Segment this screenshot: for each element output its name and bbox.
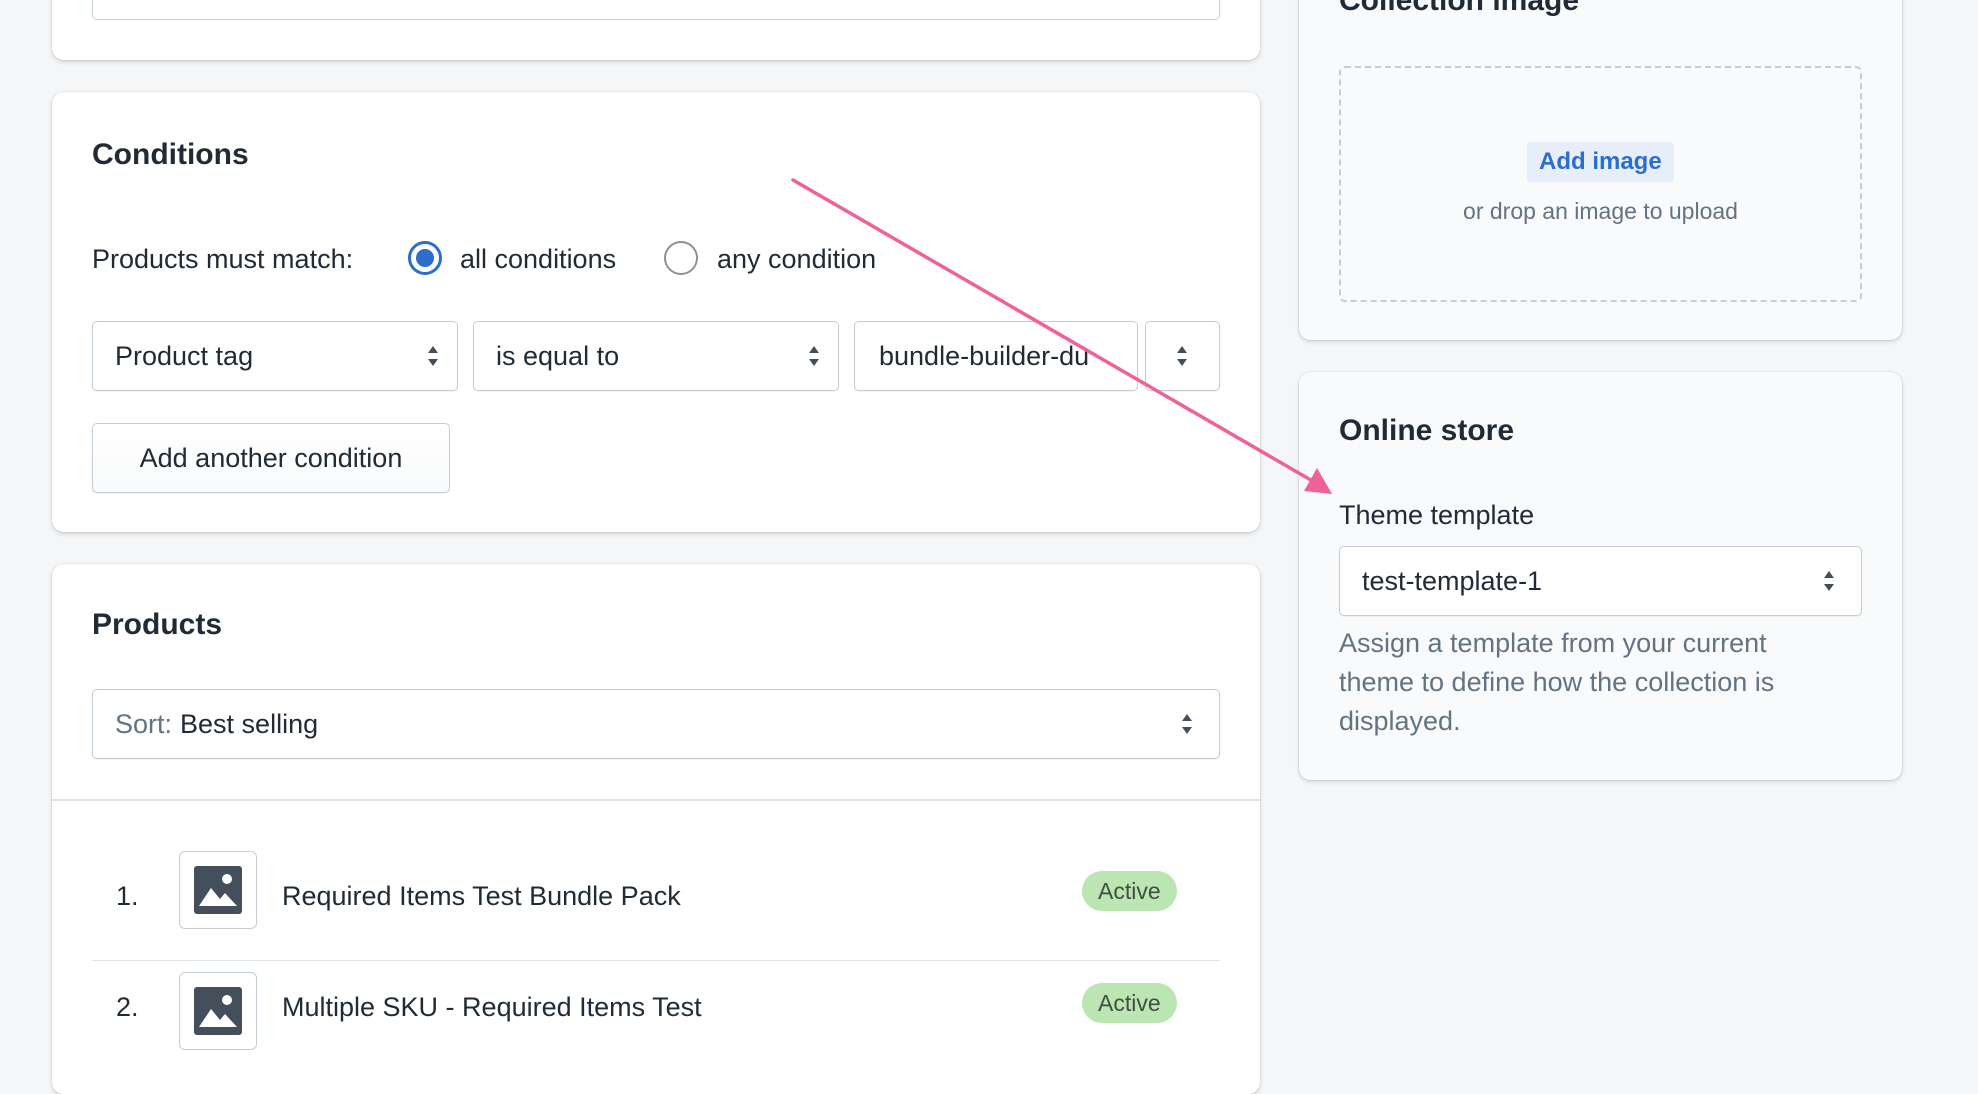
condition-operator-value: is equal to (496, 340, 620, 371)
online-store-title: Online store (1339, 414, 1515, 447)
sort-prefix: Sort: (115, 708, 173, 739)
condition-value-dropdown[interactable] (1145, 321, 1220, 391)
product-row[interactable]: 1. Required Items Test Bundle Pack Activ… (92, 851, 1220, 961)
collection-image-title: Collection image (1339, 0, 1580, 17)
dropzone-hint: or drop an image to upload (1463, 198, 1738, 224)
radio-any-condition[interactable]: any condition (662, 240, 902, 280)
radio-all-conditions[interactable]: all conditions (406, 240, 646, 280)
condition-field-value: Product tag (115, 340, 254, 371)
condition-operator-select[interactable]: is equal to (473, 321, 839, 391)
conditions-title: Conditions (92, 138, 249, 171)
top-card (52, 0, 1260, 60)
status-badge: Active (1082, 871, 1177, 911)
select-caret-icon (1182, 714, 1192, 734)
radio-any-indicator[interactable] (664, 241, 698, 275)
radio-all-label: all conditions (460, 244, 617, 274)
radio-any-label: any condition (717, 244, 877, 274)
select-caret-icon (1824, 571, 1834, 591)
radio-all-indicator[interactable] (408, 241, 442, 275)
conditions-card: Conditions Products must match: all cond… (52, 92, 1260, 532)
add-another-condition-button[interactable]: Add another condition (92, 423, 450, 493)
product-thumbnail (179, 851, 257, 929)
product-name[interactable]: Required Items Test Bundle Pack (282, 881, 681, 912)
theme-template-value: test-template-1 (1362, 565, 1543, 596)
status-badge: Active (1082, 983, 1177, 1023)
product-index: 1. (116, 881, 139, 911)
theme-template-help: Assign a template from your current them… (1339, 628, 1775, 736)
products-card: Products Sort: Best selling 1. Required … (52, 564, 1260, 1094)
condition-field-select[interactable]: Product tag (92, 321, 458, 391)
image-placeholder-icon (194, 987, 242, 1035)
theme-template-label: Theme template (1339, 500, 1535, 530)
condition-value-text: bundle-builder-du (879, 340, 1090, 371)
match-label: Products must match: (92, 244, 354, 274)
product-name[interactable]: Multiple SKU - Required Items Test (282, 992, 702, 1023)
top-input[interactable] (92, 0, 1220, 20)
image-placeholder-icon (194, 866, 242, 914)
product-row[interactable]: 2. Multiple SKU - Required Items Test Ac… (92, 961, 1220, 1071)
theme-template-select[interactable]: test-template-1 (1339, 546, 1862, 616)
product-thumbnail (179, 972, 257, 1050)
add-image-button[interactable]: Add image (1527, 142, 1674, 182)
select-caret-icon (809, 346, 819, 366)
sort-select[interactable]: Sort: Best selling (92, 689, 1220, 759)
product-index: 2. (116, 992, 139, 1022)
select-caret-icon (428, 346, 438, 366)
collection-image-card: Collection image Add image or drop an im… (1299, 0, 1902, 340)
image-dropzone[interactable]: Add image or drop an image to upload (1339, 66, 1862, 302)
select-caret-icon (1177, 346, 1187, 366)
online-store-card: Online store Theme template test-templat… (1299, 372, 1902, 780)
sort-value: Best selling (180, 708, 319, 739)
products-title: Products (92, 608, 223, 641)
products-divider (52, 799, 1260, 801)
condition-value-input[interactable]: bundle-builder-du (854, 321, 1138, 391)
